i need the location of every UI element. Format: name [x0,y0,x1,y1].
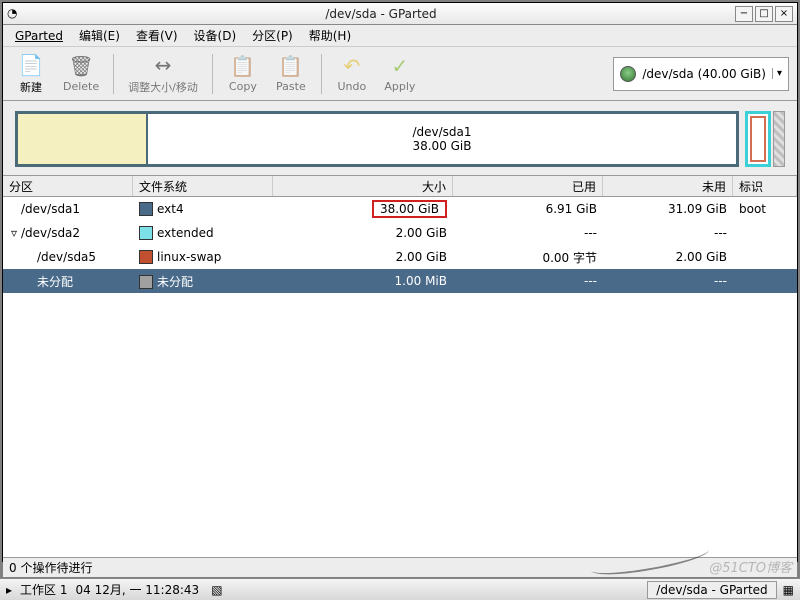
minimize-button[interactable]: − [735,6,753,22]
workspace-arrow-icon[interactable]: ▸ [6,583,12,597]
copy-button[interactable]: 📋Copy [219,50,267,98]
taskbar: ▸ 工作区 1 04 12月, 一 11:28:43 ▧ /dev/sda - … [0,578,800,600]
taskbar-datetime: 04 12月, 一 11:28:43 [75,581,199,598]
separator [321,54,322,94]
table-row[interactable]: /dev/sda5linux-swap2.00 GiB0.00 字节2.00 G… [3,245,797,269]
menu-device[interactable]: 设备(D) [188,25,243,46]
gparted-window: ◔ /dev/sda - GParted − □ × GParted 编辑(E)… [2,2,798,562]
file-icon: 📄 [19,53,43,77]
disk-icon [620,66,636,82]
maximize-button[interactable]: □ [755,6,773,22]
expander-icon[interactable]: ▿ [9,226,19,240]
table-row[interactable]: 未分配未分配1.00 MiB------ [3,269,797,293]
device-selector[interactable]: /dev/sda (40.00 GiB) ▾ [613,57,789,91]
workspace-label[interactable]: 工作区 1 [20,581,67,598]
trash-icon: 🗑 [69,54,93,78]
undo-button[interactable]: ↶Undo [328,50,376,98]
separator [212,54,213,94]
undo-icon: ↶ [340,54,364,78]
apply-icon: ✓ [388,54,412,78]
tray-icon[interactable]: ▦ [783,583,794,597]
menu-partition[interactable]: 分区(P) [246,25,299,46]
graph-used-region [18,114,148,164]
device-label: /dev/sda (40.00 GiB) [642,67,766,81]
col-flags[interactable]: 标识 [733,176,797,196]
graph-unallocated[interactable] [773,111,785,167]
app-icon: ◔ [7,6,23,22]
table-body: /dev/sda1ext438.00 GiB6.91 GiB31.09 GiBb… [3,197,797,557]
titlebar[interactable]: ◔ /dev/sda - GParted − □ × [3,3,797,25]
menubar: GParted 编辑(E) 查看(V) 设备(D) 分区(P) 帮助(H) [3,25,797,47]
menu-edit[interactable]: 编辑(E) [73,25,126,46]
delete-button[interactable]: 🗑Delete [55,50,107,98]
col-free[interactable]: 未用 [603,176,733,196]
status-text: 0 个操作待进行 [9,559,92,576]
fs-swatch [139,275,153,289]
resize-icon: ↔ [151,53,175,77]
graph-partition-extended[interactable] [745,111,771,167]
partition-graph-main[interactable]: /dev/sda1 38.00 GiB [15,111,739,167]
chevron-down-icon: ▾ [772,68,782,79]
table-header: 分区 文件系统 大小 已用 未用 标识 [3,175,797,197]
table-row[interactable]: ▿/dev/sda2extended2.00 GiB------ [3,221,797,245]
partition-graph-area: /dev/sda1 38.00 GiB [3,101,797,175]
separator [113,54,114,94]
copy-icon: 📋 [231,54,255,78]
col-filesystem[interactable]: 文件系统 [133,176,273,196]
partition-table: 分区 文件系统 大小 已用 未用 标识 /dev/sda1ext438.00 G… [3,175,797,557]
fs-swatch [139,202,153,216]
toolbar: 📄新建 🗑Delete ↔调整大小/移动 📋Copy 📋Paste ↶Undo … [3,47,797,101]
menu-view[interactable]: 查看(V) [130,25,184,46]
graph-partition-swap[interactable] [750,116,766,162]
paste-icon: 📋 [279,54,303,78]
table-row[interactable]: /dev/sda1ext438.00 GiB6.91 GiB31.09 GiBb… [3,197,797,221]
resize-button[interactable]: ↔调整大小/移动 [120,50,206,98]
new-button[interactable]: 📄新建 [7,50,55,98]
col-used[interactable]: 已用 [453,176,603,196]
apply-button[interactable]: ✓Apply [376,50,424,98]
col-size[interactable]: 大小 [273,176,453,196]
fs-swatch [139,250,153,264]
col-partition[interactable]: 分区 [3,176,133,196]
taskbar-applet-icon[interactable]: ▧ [211,583,222,597]
menu-help[interactable]: 帮助(H) [303,25,357,46]
menu-gparted[interactable]: GParted [9,27,69,45]
watermark: @51CTO博客 [709,557,792,576]
graph-part-label: /dev/sda1 [412,125,471,139]
close-button[interactable]: × [775,6,793,22]
paste-button[interactable]: 📋Paste [267,50,315,98]
fs-swatch [139,226,153,240]
graph-partition-sda1[interactable]: /dev/sda1 38.00 GiB [148,114,736,164]
window-title: /dev/sda - GParted [27,7,735,21]
graph-part-size: 38.00 GiB [412,139,471,153]
taskbar-task-gparted[interactable]: /dev/sda - GParted [647,581,776,599]
